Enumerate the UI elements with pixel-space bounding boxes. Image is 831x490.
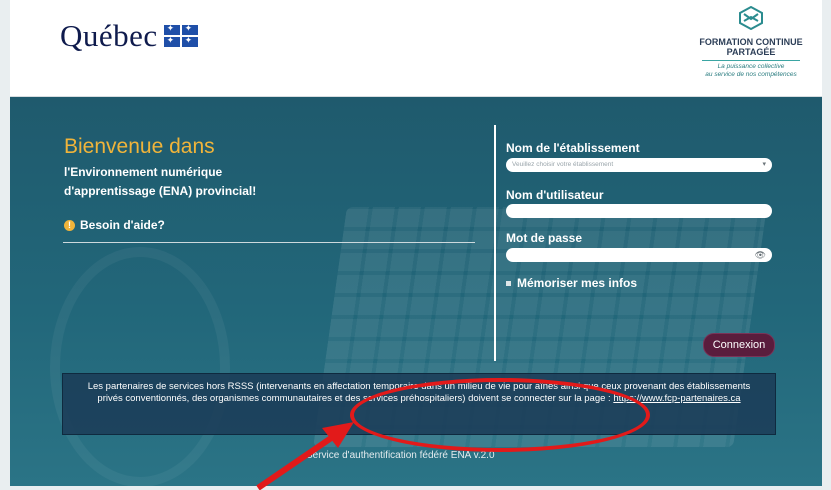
annotation-arrow-icon [256, 422, 354, 490]
establishment-select[interactable]: Veuillez choisir votre établissement ▾ [506, 158, 772, 172]
dropdown-arrow-icon: ▾ [762, 161, 766, 168]
help-link[interactable]: ! Besoin d'aide? [64, 218, 165, 232]
quebec-wordmark: Québec [60, 18, 158, 53]
connexion-button[interactable]: Connexion [703, 333, 775, 357]
remember-me-checkbox[interactable]: Mémoriser mes infos [506, 276, 637, 290]
fcp-title-line1: FORMATION CONTINUE [699, 37, 803, 47]
fcp-divider [702, 60, 800, 61]
fleurdelise-flag-icon [163, 23, 198, 47]
vertical-divider [494, 125, 496, 361]
password-input[interactable]: 👁 [506, 248, 772, 262]
welcome-subtitle: l'Environnement numérique d'apprentissag… [64, 163, 294, 201]
welcome-subtitle-line1: l'Environnement numérique [64, 165, 223, 179]
fcp-title-line2: PARTAGÉE [726, 47, 776, 57]
fcp-tagline-line1: La puissance collective [717, 63, 785, 70]
password-label: Mot de passe [506, 231, 583, 245]
welcome-subtitle-line2: d'apprentissage (ENA) provincial! [64, 184, 257, 198]
info-icon: ! [64, 219, 75, 231]
checkbox-square[interactable] [506, 280, 511, 286]
login-page: Québec FORMATION CONTINUE PARTAGÉE La pu… [0, 0, 831, 490]
help-label: Besoin d'aide? [80, 218, 165, 232]
remember-me-label: Mémoriser mes infos [517, 276, 638, 290]
fcp-emblem-icon [739, 5, 763, 31]
establishment-placeholder: Veuillez choisir votre établissement [512, 161, 614, 168]
eye-icon[interactable]: 👁 [755, 248, 766, 262]
establishment-label: Nom de l'établissement [506, 141, 640, 155]
left-divider [63, 242, 475, 243]
background-stethoscope-image [50, 247, 230, 486]
username-label: Nom d'utilisateur [506, 188, 604, 202]
fcp-logo[interactable]: FORMATION CONTINUE PARTAGÉE La puissance… [696, 5, 806, 79]
annotation-ellipse [350, 378, 650, 452]
fcp-tagline-line2: au service de nos compétences [705, 71, 797, 78]
quebec-logo[interactable]: Québec [60, 18, 198, 54]
username-input[interactable] [506, 204, 772, 218]
welcome-title: Bienvenue dans [64, 135, 215, 158]
header: Québec FORMATION CONTINUE PARTAGÉE La pu… [10, 0, 822, 97]
